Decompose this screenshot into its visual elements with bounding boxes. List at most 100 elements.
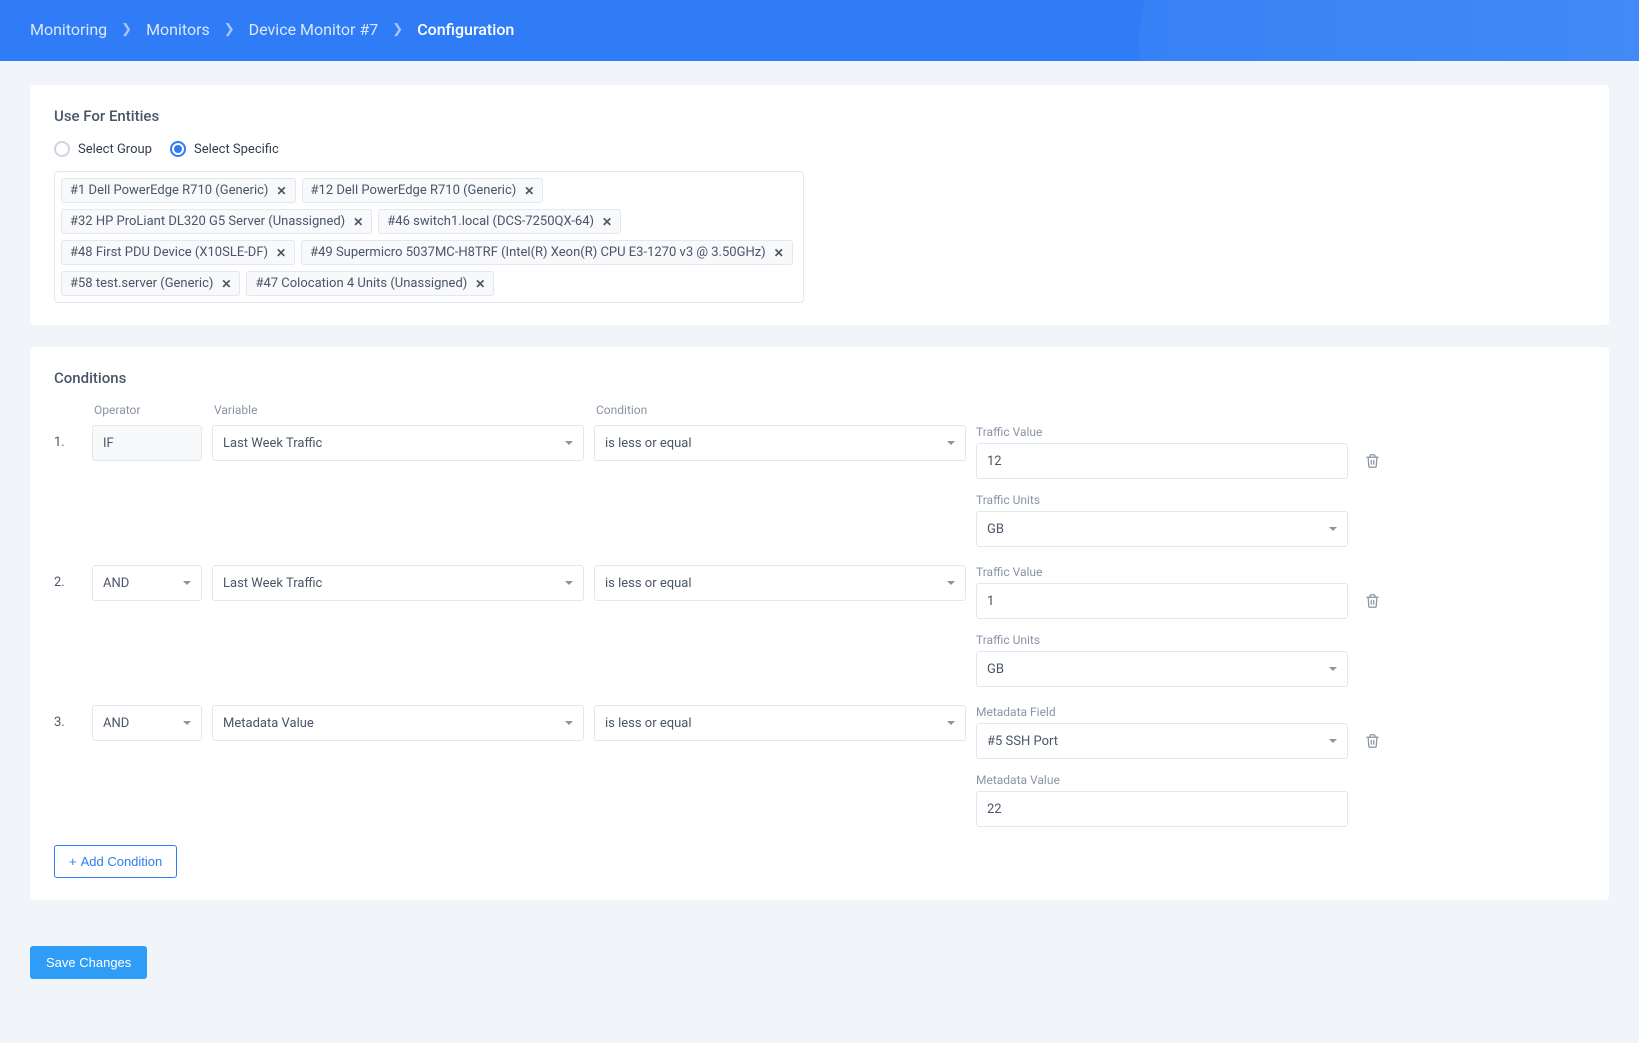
- value-field-group: Metadata Field #5 SSH Port: [976, 705, 1348, 759]
- entity-tag: #12 Dell PowerEdge R710 (Generic) ✕: [302, 178, 544, 203]
- value-input[interactable]: [976, 791, 1348, 827]
- variable-select[interactable]: Last Week Traffic: [212, 425, 584, 461]
- radio-select-group[interactable]: Select Group: [54, 141, 152, 157]
- save-changes-button[interactable]: Save Changes: [30, 946, 147, 979]
- delete-condition-button[interactable]: [1358, 443, 1386, 479]
- condition-select[interactable]: is less or equal: [594, 705, 966, 741]
- chevron-down-icon: [565, 581, 573, 585]
- chevron-down-icon: [565, 441, 573, 445]
- entity-tag: #1 Dell PowerEdge R710 (Generic)✕: [61, 178, 296, 203]
- remove-tag-icon[interactable]: ✕: [276, 184, 286, 198]
- conditions-header-row: Operator Variable Condition: [54, 403, 1585, 417]
- chevron-down-icon: [1329, 527, 1337, 531]
- remove-tag-icon[interactable]: ✕: [524, 184, 534, 198]
- entity-tag-label: #32 HP ProLiant DL320 G5 Server (Unassig…: [70, 214, 345, 229]
- breadcrumb: Monitoring ❯ Monitors ❯ Device Monitor #…: [30, 20, 1609, 39]
- variable-select[interactable]: Metadata Value: [212, 705, 584, 741]
- chevron-down-icon: [183, 721, 191, 725]
- conditions-title: Conditions: [54, 369, 1585, 387]
- condition-row: 3. AND Metadata Value is less or equal Metad…: [54, 705, 1585, 827]
- condition-value: is less or equal: [605, 576, 692, 591]
- chevron-down-icon: [1329, 739, 1337, 743]
- condition-row: 1.IFLast Week Trafficis less or equalTra…: [54, 425, 1585, 547]
- chevron-down-icon: [565, 721, 573, 725]
- remove-tag-icon[interactable]: ✕: [221, 277, 231, 291]
- value-select[interactable]: GB: [976, 511, 1348, 547]
- value-field-label: Traffic Value: [976, 425, 1348, 439]
- delete-condition-button[interactable]: [1358, 723, 1386, 759]
- operator-value: AND: [103, 716, 129, 731]
- add-condition-label: Add Condition: [81, 854, 163, 869]
- condition-select[interactable]: is less or equal: [594, 565, 966, 601]
- page-header: Monitoring ❯ Monitors ❯ Device Monitor #…: [0, 0, 1639, 61]
- col-condition: Condition: [594, 403, 966, 417]
- condition-value-group: Traffic Value Traffic Units GB: [976, 425, 1348, 547]
- value-field-group: Traffic UnitsGB: [976, 633, 1348, 687]
- col-operator: Operator: [92, 403, 202, 417]
- add-condition-button[interactable]: + Add Condition: [54, 845, 177, 878]
- entity-tag: #48 First PDU Device (X10SLE-DF) ✕: [61, 240, 295, 265]
- value-field-label: Metadata Field: [976, 705, 1348, 719]
- operator-select[interactable]: AND: [92, 705, 202, 741]
- operator-select[interactable]: AND: [92, 565, 202, 601]
- entity-tag: #49 Supermicro 5037MC-H8TRF (Intel(R) Xe…: [301, 240, 793, 265]
- remove-tag-icon[interactable]: ✕: [475, 277, 485, 291]
- remove-tag-icon[interactable]: ✕: [276, 246, 286, 260]
- remove-tag-icon[interactable]: ✕: [353, 215, 363, 229]
- condition-value-group: Metadata Field #5 SSH Port Metadata Value: [976, 705, 1348, 827]
- breadcrumb-monitors[interactable]: Monitors: [146, 20, 210, 39]
- condition-value: is less or equal: [605, 716, 692, 731]
- value-input[interactable]: [976, 583, 1348, 619]
- value-select-value: GB: [987, 522, 1004, 537]
- chevron-down-icon: [947, 721, 955, 725]
- entity-tag-label: #47 Colocation 4 Units (Unassigned): [255, 276, 467, 291]
- col-variable: Variable: [212, 403, 584, 417]
- chevron-right-icon: ❯: [224, 22, 235, 37]
- value-field-group: Traffic Value: [976, 425, 1348, 479]
- condition-row-number: 3.: [54, 705, 82, 730]
- plus-icon: +: [69, 854, 77, 869]
- radio-select-specific[interactable]: Select Specific: [170, 141, 279, 157]
- entity-tag-label: #48 First PDU Device (X10SLE-DF): [70, 245, 268, 260]
- remove-tag-icon[interactable]: ✕: [602, 215, 612, 229]
- condition-select[interactable]: is less or equal: [594, 425, 966, 461]
- entity-tag-label: #12 Dell PowerEdge R710 (Generic): [311, 183, 517, 198]
- chevron-down-icon: [1329, 667, 1337, 671]
- radio-label: Select Specific: [194, 142, 279, 157]
- variable-value: Metadata Value: [223, 716, 314, 731]
- entity-tag-input[interactable]: #1 Dell PowerEdge R710 (Generic)✕#12 Del…: [54, 171, 804, 303]
- chevron-right-icon: ❯: [121, 22, 132, 37]
- entity-tag-label: #58 test.server (Generic): [70, 276, 213, 291]
- value-select[interactable]: GB: [976, 651, 1348, 687]
- value-select[interactable]: #5 SSH Port: [976, 723, 1348, 759]
- radio-icon: [170, 141, 186, 157]
- operator-value: AND: [103, 576, 129, 591]
- condition-value-group: Traffic Value Traffic UnitsGB: [976, 565, 1348, 687]
- operator-static: IF: [92, 425, 202, 461]
- entity-tag-label: #49 Supermicro 5037MC-H8TRF (Intel(R) Xe…: [310, 245, 766, 260]
- chevron-down-icon: [183, 581, 191, 585]
- value-field-label: Traffic Value: [976, 565, 1348, 579]
- value-field-group: Metadata Value: [976, 773, 1348, 827]
- value-select-value: GB: [987, 662, 1004, 677]
- chevron-right-icon: ❯: [392, 22, 403, 37]
- breadcrumb-device-monitor[interactable]: Device Monitor #7: [249, 20, 379, 39]
- radio-label: Select Group: [78, 142, 152, 157]
- condition-row: 2. AND Last Week Traffic is less or equal Tr…: [54, 565, 1585, 687]
- entity-tag: #58 test.server (Generic) ✕: [61, 271, 240, 296]
- radio-icon: [54, 141, 70, 157]
- entity-tag: #46 switch1.local (DCS-7250QX-64) ✕: [378, 209, 621, 234]
- value-field-label: Metadata Value: [976, 773, 1348, 787]
- entity-tag-label: #46 switch1.local (DCS-7250QX-64): [387, 214, 594, 229]
- condition-row-number: 2.: [54, 565, 82, 590]
- value-field-group: Traffic Value: [976, 565, 1348, 619]
- chevron-down-icon: [947, 441, 955, 445]
- variable-select[interactable]: Last Week Traffic: [212, 565, 584, 601]
- breadcrumb-monitoring[interactable]: Monitoring: [30, 20, 107, 39]
- value-select-value: #5 SSH Port: [987, 734, 1058, 749]
- delete-condition-button[interactable]: [1358, 583, 1386, 619]
- value-field-label: Traffic Units: [976, 493, 1348, 507]
- condition-value: is less or equal: [605, 436, 692, 451]
- value-input[interactable]: [976, 443, 1348, 479]
- remove-tag-icon[interactable]: ✕: [774, 246, 784, 260]
